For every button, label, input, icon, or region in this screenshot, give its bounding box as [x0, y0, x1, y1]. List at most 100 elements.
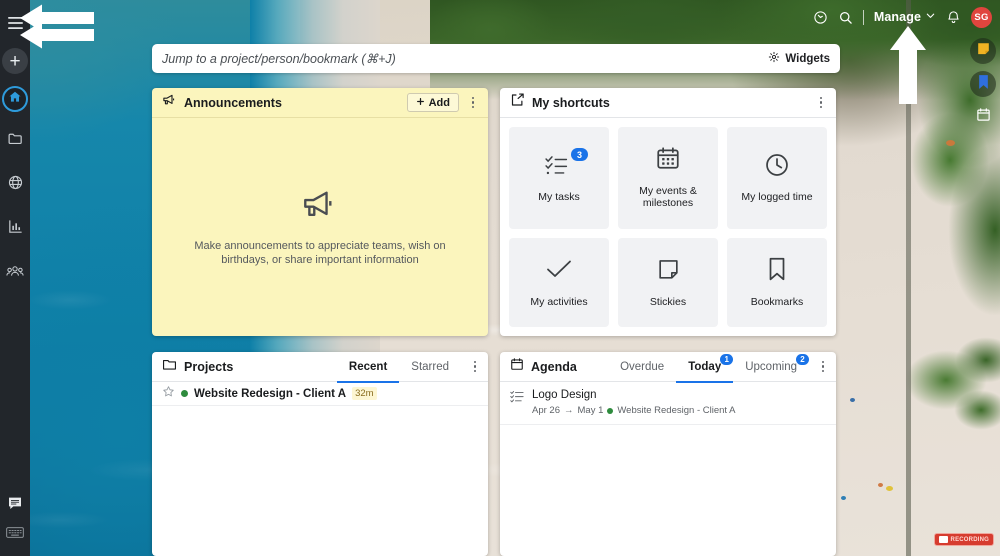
shortcut-my-logged-time[interactable]: My logged time [727, 127, 827, 229]
sidebar-item-globe[interactable] [0, 170, 30, 200]
folder-icon [7, 130, 24, 152]
agenda-title: Agenda [531, 359, 577, 374]
tab-label: Today [688, 360, 722, 373]
record-icon [938, 536, 948, 543]
calendar-icon [976, 107, 991, 127]
project-status-dot [181, 390, 188, 397]
announcements-title: Announcements [184, 95, 282, 110]
shortcut-bookmarks[interactable]: Bookmarks [727, 237, 827, 327]
check-icon [545, 257, 573, 286]
background-speck [946, 140, 955, 146]
sidebar-item-reports[interactable] [0, 214, 30, 244]
sidebar-item-home[interactable] [2, 86, 28, 112]
agenda-item-meta: Apr 26 → May 1 Website Redesign - Client… [532, 405, 735, 416]
announcements-menu-icon[interactable] [466, 95, 480, 111]
dock-calendar-button[interactable] [970, 104, 996, 130]
tab-upcoming[interactable]: Upcoming 2 [733, 352, 809, 382]
shortcut-my-events-milestones[interactable]: My events & milestones [618, 127, 718, 229]
search-input[interactable] [162, 51, 769, 66]
folder-icon [162, 357, 177, 376]
top-bar: Manage SG [30, 0, 1000, 34]
tab-badge: 2 [796, 353, 809, 365]
shortcuts-title: My shortcuts [532, 95, 610, 110]
project-time-badge: 32m [352, 387, 377, 400]
bookmark-icon [766, 256, 788, 287]
project-name: Website Redesign - Client A [194, 387, 347, 400]
agenda-date-start: Apr 26 [532, 405, 560, 416]
shortcuts-header: My shortcuts [500, 88, 836, 118]
projects-header: Projects Recent Starred [152, 352, 488, 383]
calendar-icon [510, 357, 524, 376]
globe-icon [7, 174, 24, 196]
shortcuts-menu-icon[interactable] [814, 95, 828, 111]
search-icon[interactable] [838, 10, 853, 25]
background-speck [841, 496, 846, 500]
background-bush [886, 330, 1000, 440]
sidebar-item-projects[interactable] [0, 126, 30, 156]
left-sidebar: + [0, 0, 30, 556]
sidebar-item-shortcuts[interactable] [0, 520, 30, 550]
shortcuts-card: My shortcuts 3 My tasks My events & mile… [500, 88, 836, 336]
share-box-icon [510, 93, 525, 112]
megaphone-icon [162, 93, 177, 112]
tab-starred[interactable]: Starred [399, 352, 461, 382]
shortcut-label: Stickies [649, 295, 687, 308]
announcements-card: Announcements Add Make announcements to … [152, 88, 488, 336]
manage-menu-button[interactable]: Manage [874, 10, 936, 24]
sidebar-item-chat[interactable] [0, 490, 30, 520]
search-bar: Widgets [152, 44, 840, 73]
project-row[interactable]: Website Redesign - Client A 32m [152, 382, 488, 406]
background-speck [878, 483, 883, 487]
shortcut-my-tasks[interactable]: 3 My tasks [509, 127, 609, 229]
announcements-header: Announcements Add [152, 88, 488, 118]
annotation-arrow-manage [890, 26, 926, 104]
tab-today[interactable]: Today 1 [676, 352, 734, 383]
shortcut-label: My events & milestones [639, 184, 697, 210]
add-announcement-button[interactable]: Add [406, 93, 459, 112]
right-dock [970, 38, 996, 130]
sidebar-item-people[interactable] [0, 258, 30, 288]
dock-bookmarks-button[interactable] [970, 71, 996, 97]
shortcut-label: My logged time [741, 191, 813, 204]
keyboard-icon [6, 526, 24, 544]
agenda-item-title: Logo Design [532, 389, 597, 401]
timer-icon[interactable] [813, 10, 828, 25]
manage-label: Manage [873, 10, 921, 24]
shortcut-stickies[interactable]: Stickies [618, 237, 718, 327]
agenda-project-status-dot [607, 407, 614, 414]
tab-label: Recent [348, 360, 388, 373]
dock-stickies-button[interactable] [970, 38, 996, 64]
shortcut-my-activities[interactable]: My activities [509, 237, 609, 327]
background-speck [886, 486, 893, 491]
bookmark-icon [977, 74, 990, 95]
projects-menu-icon[interactable] [468, 359, 482, 375]
background-speck [850, 398, 855, 402]
widgets-button[interactable]: Widgets [768, 51, 830, 66]
agenda-row[interactable]: Logo Design Apr 26 → May 1 Website Redes… [500, 382, 836, 425]
annotation-arrow-add [20, 21, 94, 49]
agenda-menu-icon[interactable] [816, 359, 830, 375]
recording-label: RECORDING [950, 536, 989, 543]
announcements-empty-state: Make announcements to appreciate teams, … [152, 118, 488, 336]
notification-bell-icon[interactable] [946, 10, 961, 25]
chevron-down-icon [925, 10, 936, 24]
toolbar-divider [862, 9, 864, 25]
task-list-icon [510, 390, 524, 416]
home-icon [8, 90, 22, 109]
tab-overdue[interactable]: Overdue [608, 352, 676, 382]
announcements-empty-text: Make announcements to appreciate teams, … [194, 240, 446, 266]
star-outline-icon[interactable] [162, 385, 175, 403]
shortcuts-grid: 3 My tasks My events & milestones My log… [500, 118, 836, 336]
tab-label: Upcoming [745, 360, 797, 373]
recording-indicator: RECORDING [933, 533, 994, 546]
agenda-header: Agenda Overdue Today 1 Upcoming 2 [500, 352, 836, 383]
tab-label: Starred [411, 360, 449, 373]
tab-recent[interactable]: Recent [336, 352, 400, 383]
calendar-icon [655, 145, 681, 176]
projects-card: Projects Recent Starred Website Redesign… [152, 352, 488, 556]
add-new-button[interactable]: + [2, 48, 28, 74]
chat-bubble-icon [7, 495, 23, 516]
bar-chart-icon [7, 218, 24, 240]
avatar[interactable]: SG [971, 6, 992, 28]
arrow-right-icon: → [564, 405, 574, 416]
